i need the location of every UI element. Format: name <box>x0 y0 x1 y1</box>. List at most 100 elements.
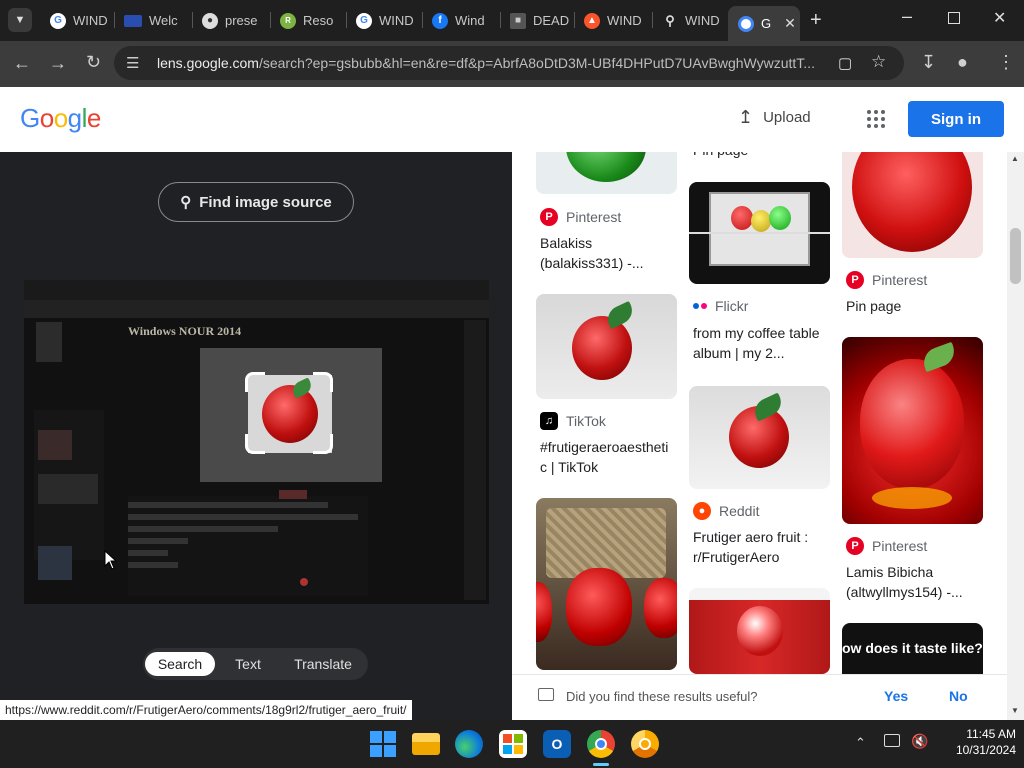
file-explorer-icon[interactable] <box>412 733 440 755</box>
tab-9[interactable]: ⚲ WIND <box>652 6 724 35</box>
mode-translate[interactable]: Translate <box>283 652 363 676</box>
result-source[interactable]: P Pinterest <box>846 271 927 289</box>
tab-6[interactable]: f Wind <box>422 6 496 35</box>
result-image[interactable] <box>689 588 830 674</box>
preview-window-title: Windows NOUR 2014 <box>128 324 242 338</box>
result-title[interactable]: Frutiger aero fruit : r/FrutigerAero <box>693 527 828 567</box>
new-tab-button[interactable]: + <box>810 9 822 32</box>
feedback-bar: Did you find these results useful? Yes N… <box>512 674 1009 720</box>
tab-search-button[interactable]: ▼ <box>8 8 32 32</box>
profile-icon[interactable]: ● <box>957 53 968 71</box>
feedback-icon <box>538 688 554 701</box>
result-source[interactable]: ♫ TikTok <box>540 412 606 430</box>
tab-label: DEAD <box>533 13 570 28</box>
result-image[interactable] <box>536 152 677 194</box>
flickr-icon <box>693 303 707 309</box>
tab-2[interactable]: Welc <box>114 6 190 35</box>
pinterest-icon: P <box>846 537 864 555</box>
windows-start-icon[interactable] <box>369 730 397 758</box>
result-image[interactable] <box>842 337 983 524</box>
scroll-down-icon[interactable]: ▼ <box>1011 706 1019 715</box>
upload-icon: ↥ <box>738 107 754 127</box>
download-icon[interactable]: ↧ <box>921 53 936 71</box>
scroll-up-icon[interactable]: ▲ <box>1011 154 1019 163</box>
result-title[interactable]: from my coffee table album | my 2... <box>693 323 833 363</box>
feedback-yes-button[interactable]: Yes <box>884 688 908 704</box>
tab-5[interactable]: G WIND <box>346 6 418 35</box>
search-icon: ⚲ <box>665 12 675 28</box>
visual-matches-results: P Pinterest Balakiss (balakiss331) -... … <box>512 152 1024 720</box>
uploaded-screenshot-preview[interactable]: Windows NOUR 2014 <box>24 280 489 604</box>
upload-label: Upload <box>763 109 811 126</box>
edge-icon[interactable] <box>455 730 483 758</box>
menu-icon[interactable]: ⋮ <box>997 53 1015 71</box>
tab-8[interactable]: ▲ WIND <box>574 6 648 35</box>
result-title[interactable]: #frutigeraeroaesthetic | TikTok <box>540 437 675 477</box>
tab-label: WIND <box>73 13 108 28</box>
crop-corner-tl[interactable] <box>245 372 265 392</box>
chevron-up-icon[interactable]: ⌃ <box>855 735 866 751</box>
outlook-icon[interactable]: O <box>543 730 571 758</box>
result-title[interactable]: Lamis Bibicha (altwyllmys154) -... <box>846 562 981 602</box>
result-image[interactable] <box>536 498 677 670</box>
forward-icon[interactable]: → <box>49 54 67 72</box>
scrollbar-thumb[interactable] <box>1010 228 1021 284</box>
apple-image <box>262 385 318 443</box>
bookmark-star-icon[interactable]: ☆ <box>871 52 886 72</box>
crop-corner-bl[interactable] <box>245 434 265 454</box>
feedback-question: Did you find these results useful? <box>566 689 758 704</box>
chrome-canary-icon[interactable] <box>631 730 659 758</box>
google-logo[interactable]: Google <box>20 103 101 134</box>
back-icon[interactable]: ← <box>13 54 31 72</box>
clock[interactable]: 11:45 AM 10/31/2024 <box>940 726 1016 758</box>
result-image[interactable] <box>689 386 830 489</box>
result-image[interactable] <box>689 182 830 284</box>
tab-1[interactable]: G WIND <box>40 6 110 35</box>
tab-strip: ▼ G WIND Welc ● prese R Reso G WIND f Wi… <box>0 0 1024 41</box>
result-source[interactable]: P Pinterest <box>846 537 927 555</box>
google-icon: G <box>356 12 372 29</box>
minimize-button[interactable]: – <box>902 6 912 27</box>
brave-icon: ▲ <box>584 12 600 29</box>
crop-corner-br[interactable] <box>313 434 333 454</box>
result-source[interactable]: ● Reddit <box>693 502 759 520</box>
result-source[interactable]: Flickr <box>693 298 748 314</box>
page-scrollbar[interactable]: ▲ ▼ <box>1007 152 1024 720</box>
crop-corner-tr[interactable] <box>313 372 333 392</box>
pinterest-icon: P <box>846 271 864 289</box>
reload-icon[interactable]: ↻ <box>86 53 101 71</box>
address-bar[interactable]: ☰ lens.google.com/search?ep=gsbubb&hl=en… <box>114 46 904 80</box>
tiktok-icon: ♫ <box>540 412 558 430</box>
close-window-button[interactable]: ✕ <box>993 8 1006 28</box>
install-app-icon[interactable]: ▢ <box>838 54 852 72</box>
upload-button[interactable]: ↥ Upload <box>738 107 811 128</box>
tab-google-lens[interactable]: G ✕ <box>728 6 800 41</box>
sign-in-button[interactable]: Sign in <box>908 101 1004 137</box>
restore-button[interactable] <box>948 12 960 24</box>
result-title[interactable]: Pin page <box>693 152 828 160</box>
apps-grid-icon[interactable] <box>867 110 885 128</box>
result-title[interactable]: Pin page <box>846 296 981 316</box>
result-title[interactable]: Balakiss (balakiss331) -... <box>540 233 670 273</box>
tab-4[interactable]: R Reso <box>270 6 344 35</box>
url-text[interactable]: lens.google.com/search?ep=gsbubb&hl=en&r… <box>157 55 815 71</box>
mode-search[interactable]: Search <box>145 652 215 676</box>
result-image[interactable] <box>842 152 983 258</box>
volume-icon[interactable]: 🔇 <box>911 733 928 750</box>
tab-7[interactable]: ■ DEAD <box>500 6 570 35</box>
result-image[interactable] <box>536 294 677 399</box>
feedback-no-button[interactable]: No <box>949 688 968 704</box>
close-tab-icon[interactable]: ✕ <box>784 15 796 32</box>
tab-3[interactable]: ● prese <box>192 6 266 35</box>
network-icon[interactable] <box>884 734 900 747</box>
result-source[interactable]: P Pinterest <box>540 208 621 226</box>
mode-text[interactable]: Text <box>219 652 277 676</box>
microsoft-store-icon[interactable] <box>499 730 527 758</box>
url-host: lens.google.com <box>157 55 259 71</box>
find-image-source-button[interactable]: ⚲ Find image source <box>158 182 354 222</box>
active-app-indicator <box>593 763 609 766</box>
site-info-icon[interactable]: ☰ <box>126 54 139 72</box>
google-icon: G <box>50 12 66 29</box>
link-hover-status-url: https://www.reddit.com/r/FrutigerAero/co… <box>0 700 412 720</box>
chrome-icon[interactable] <box>587 730 615 758</box>
